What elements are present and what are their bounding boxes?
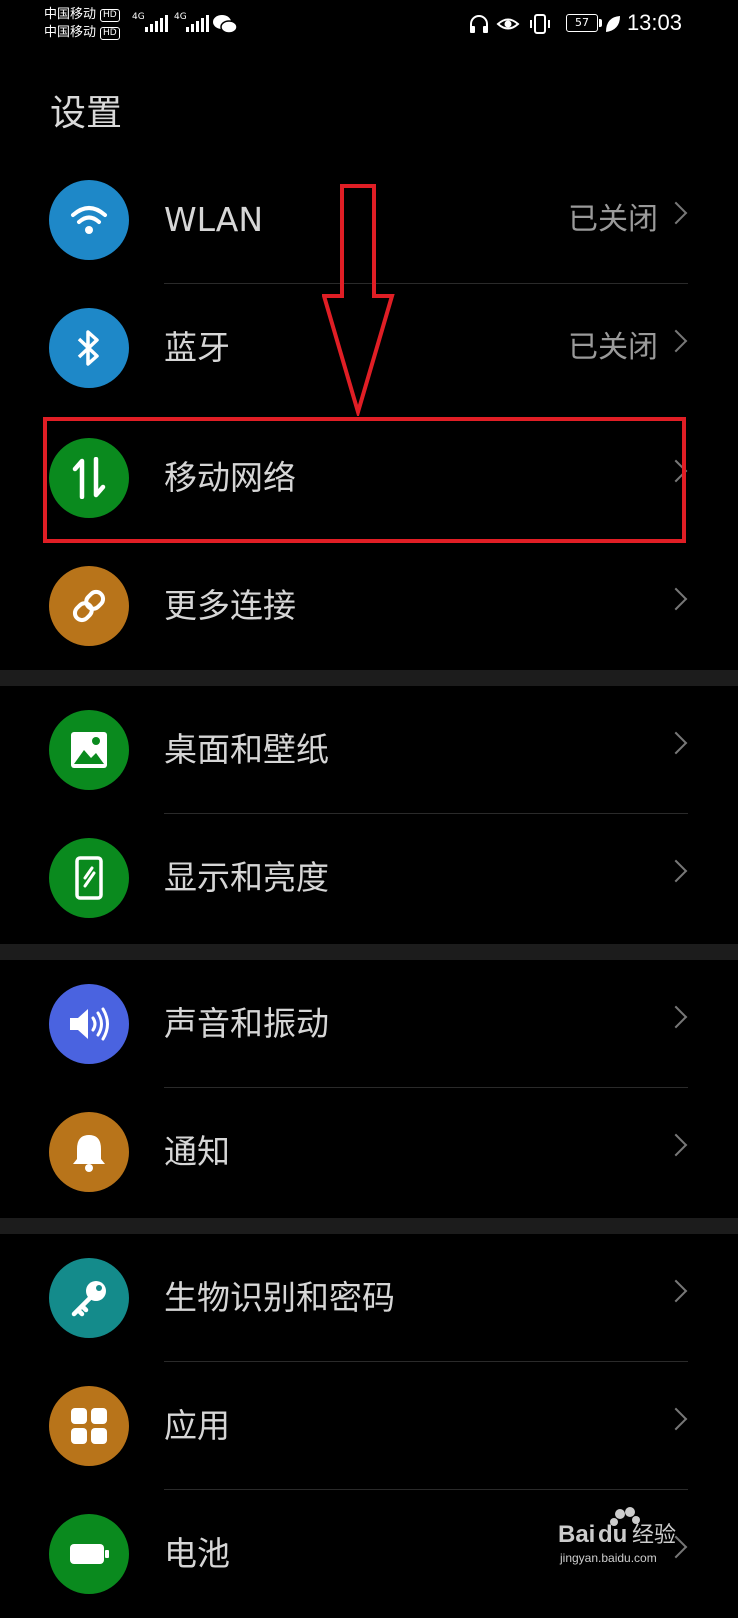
headphones-icon [470, 15, 488, 33]
bell-icon [49, 1112, 129, 1192]
battery-indicator: 57 [566, 14, 602, 32]
speaker-icon [49, 984, 129, 1064]
link-icon [49, 566, 129, 646]
leaf-icon [606, 16, 620, 32]
section-gap [0, 944, 738, 960]
svg-text:Bai: Bai [558, 1521, 595, 1548]
wifi-icon [49, 180, 129, 260]
carrier-2: 中国移动 [44, 25, 97, 40]
item-label: 通知 [164, 1132, 230, 1171]
section-gap [0, 670, 738, 686]
battery-icon [49, 1514, 129, 1594]
chevron-right-icon [664, 587, 688, 611]
section-gap [0, 1218, 738, 1234]
svg-text:经验: 经验 [632, 1523, 676, 1548]
settings-item-wallpaper[interactable]: 桌面和壁纸 [0, 686, 738, 814]
settings-item-more-connections[interactable]: 更多连接 [0, 542, 738, 670]
item-label: 显示和亮度 [164, 858, 329, 897]
item-label: 电池 [164, 1534, 230, 1573]
chevron-right-icon [664, 1279, 688, 1303]
settings-item-biometrics[interactable]: 生物识别和密码 [0, 1234, 738, 1362]
carrier-1: 中国移动 [44, 7, 97, 22]
red-down-arrow-annotation [322, 184, 395, 416]
signal-icon [186, 14, 209, 32]
chevron-right-icon [664, 859, 688, 883]
svg-text:jingyan.baidu.com: jingyan.baidu.com [559, 1551, 657, 1565]
chevron-right-icon [664, 731, 688, 755]
item-label: 生物识别和密码 [164, 1278, 395, 1317]
settings-item-sound[interactable]: 声音和振动 [0, 960, 738, 1088]
wechat-icon [213, 15, 238, 34]
item-status: 已关闭 [568, 202, 658, 237]
settings-item-apps[interactable]: 应用 [0, 1362, 738, 1490]
item-label: 蓝牙 [164, 328, 230, 367]
item-label: 声音和振动 [164, 1004, 329, 1043]
chevron-right-icon [664, 1407, 688, 1431]
item-label: 应用 [164, 1406, 230, 1445]
baidu-jingyan-watermark: Bai du 经验 jingyan.baidu.com [558, 1507, 676, 1565]
signal-icon [145, 14, 168, 32]
chevron-right-icon [664, 329, 688, 353]
settings-item-notifications[interactable]: 通知 [0, 1088, 738, 1216]
item-status: 已关闭 [568, 330, 658, 365]
chevron-right-icon [664, 1133, 688, 1157]
key-icon [49, 1258, 129, 1338]
image-icon [49, 710, 129, 790]
item-label: 桌面和壁纸 [164, 730, 329, 769]
svg-text:du: du [598, 1521, 627, 1548]
highlight-box-annotation [43, 417, 686, 543]
chevron-right-icon [664, 1005, 688, 1029]
page-title: 设置 [50, 93, 123, 134]
eye-comfort-icon [496, 18, 520, 30]
chevron-right-icon [664, 201, 688, 225]
network-type: 4G [174, 12, 187, 22]
clock: 13:03 [626, 10, 682, 35]
apps-grid-icon [49, 1386, 129, 1466]
hd-badge: HD [100, 26, 120, 40]
carrier-info: 中国移动 HD 中国移动 HD [44, 6, 120, 42]
network-type: 4G [132, 12, 145, 22]
item-label: 更多连接 [164, 586, 296, 625]
vibrate-icon [530, 14, 550, 34]
settings-item-display[interactable]: 显示和亮度 [0, 814, 738, 942]
phone-display-icon [49, 838, 129, 918]
item-label: WLAN [164, 200, 264, 239]
hd-badge: HD [100, 8, 120, 22]
status-bar: 中国移动 HD 中国移动 HD 4G 4G 57 13:03 [0, 0, 738, 48]
bluetooth-icon [49, 308, 129, 388]
